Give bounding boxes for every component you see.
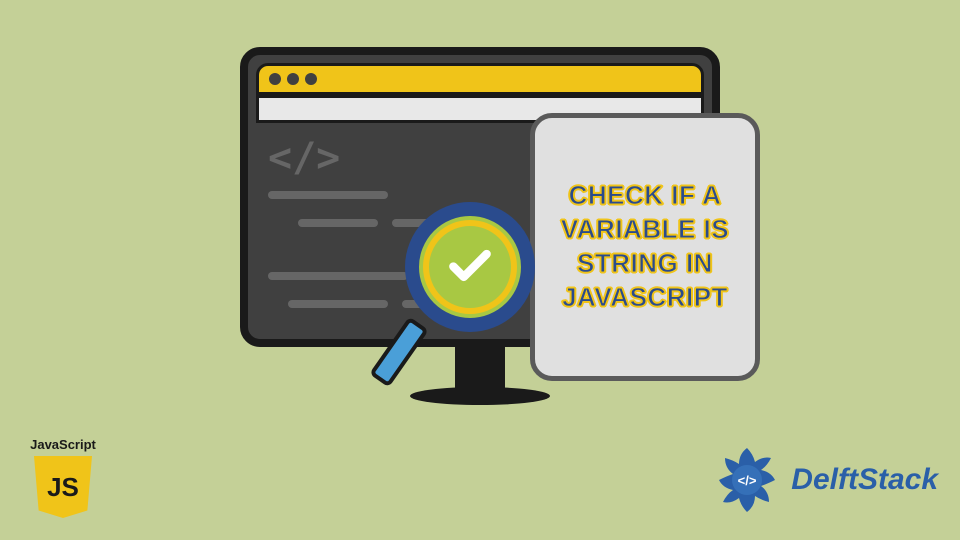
delftstack-text: DelftStack <box>791 463 938 497</box>
delftstack-logo: </> DelftStack <box>711 444 938 516</box>
browser-dot <box>287 73 299 85</box>
code-line <box>288 300 388 308</box>
svg-text:</>: </> <box>738 473 757 488</box>
monitor-illustration: </> CHECK IF A VARIABLE IS STRING IN JAV… <box>240 47 720 407</box>
js-logo-label: JavaScript <box>18 437 108 452</box>
code-line <box>298 219 378 227</box>
checkmark-icon <box>445 242 495 292</box>
main-title: CHECK IF A VARIABLE IS STRING IN JAVASCR… <box>545 179 745 314</box>
browser-titlebar <box>256 63 704 95</box>
magnifier-icon <box>405 202 555 352</box>
code-line <box>268 272 408 280</box>
title-card: CHECK IF A VARIABLE IS STRING IN JAVASCR… <box>530 113 760 381</box>
code-bracket-icon: </> <box>268 135 340 181</box>
delftstack-icon: </> <box>711 444 783 516</box>
browser-dot <box>269 73 281 85</box>
monitor-base <box>410 387 550 405</box>
browser-dot <box>305 73 317 85</box>
code-line <box>268 191 388 199</box>
js-badge-icon: JS <box>34 456 92 518</box>
javascript-logo: JavaScript JS <box>18 437 108 518</box>
